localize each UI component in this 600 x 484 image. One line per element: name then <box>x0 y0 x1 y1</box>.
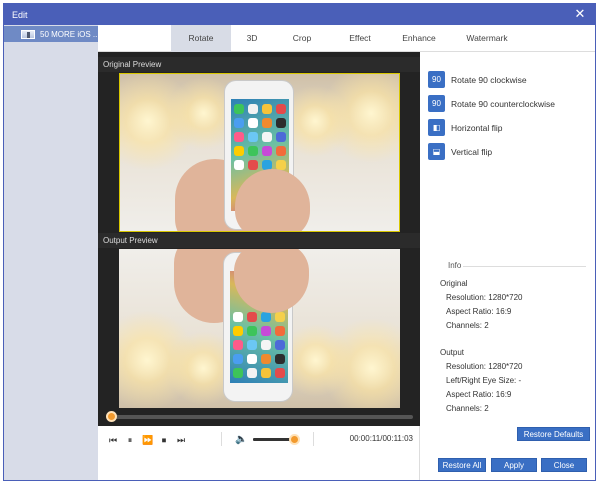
time-display: 00:00:11/00:11:03 <box>349 434 413 443</box>
original-heading: Original <box>440 279 468 288</box>
edit-window: Edit ✕ 50 MORE iOS ... Rotate 3D Crop Ef… <box>3 3 596 481</box>
close-icon[interactable]: ✕ <box>574 7 586 20</box>
title-bar: Edit ✕ <box>4 4 595 25</box>
tab-enhance[interactable]: Enhance <box>392 25 446 52</box>
output-aspect-ratio: Aspect Ratio: 16:9 <box>446 390 512 399</box>
original-aspect-ratio: Aspect Ratio: 16:9 <box>446 307 512 316</box>
skip-forward-icon[interactable]: ⏭ <box>176 435 186 445</box>
vertical-flip-button[interactable]: ⬓ Vertical flip <box>428 143 588 161</box>
restore-defaults-button[interactable]: Restore Defaults <box>517 427 590 441</box>
original-preview-label: Original Preview <box>98 57 420 72</box>
horizontal-flip-button[interactable]: ◧ Horizontal flip <box>428 119 588 137</box>
tab-rotate[interactable]: Rotate <box>171 25 231 52</box>
horizontal-flip-icon: ◧ <box>428 119 445 136</box>
file-name: 50 MORE iOS ... <box>40 30 100 39</box>
apply-button[interactable]: Apply <box>491 458 537 472</box>
restore-all-button[interactable]: Restore All <box>438 458 486 472</box>
volume-icon[interactable]: 🔈 <box>235 434 247 445</box>
file-list: 50 MORE iOS ... <box>4 25 100 480</box>
rotate-counterclockwise-button[interactable]: 90 Rotate 90 counterclockwise <box>428 95 588 113</box>
vertical-flip-label: Vertical flip <box>451 147 493 157</box>
horizontal-flip-label: Horizontal flip <box>451 123 503 133</box>
rotate-panel: 90 Rotate 90 clockwise 90 Rotate 90 coun… <box>420 52 595 480</box>
output-eye-size: Left/Right Eye Size: - <box>446 376 522 385</box>
skip-back-icon[interactable]: ⏮ <box>108 435 118 445</box>
output-preview-label: Output Preview <box>98 233 420 248</box>
output-preview <box>119 249 400 408</box>
playback-controls: ⏮ ⏸ ⏩ ⏹ ⏭ 🔈 00:00:11/00:11:03 <box>98 426 420 480</box>
seek-bar[interactable] <box>106 411 413 422</box>
output-channels: Channels: 2 <box>446 404 489 413</box>
rotate-clockwise-button[interactable]: 90 Rotate 90 clockwise <box>428 71 588 89</box>
stop-icon[interactable]: ⏹ <box>159 435 169 445</box>
tab-watermark[interactable]: Watermark <box>455 25 519 52</box>
tab-crop[interactable]: Crop <box>279 25 325 52</box>
rotate-cw-icon: 90 <box>428 71 445 88</box>
preview-area: Original Preview Output Preview ⏮ ⏸ ⏩ ⏹ … <box>98 52 420 480</box>
original-channels: Channels: 2 <box>446 321 489 330</box>
original-preview <box>119 73 400 232</box>
fast-forward-icon[interactable]: ⏩ <box>142 435 153 445</box>
info-title: Info <box>446 261 464 270</box>
file-list-item[interactable]: 50 MORE iOS ... <box>4 26 100 42</box>
rotate-ccw-icon: 90 <box>428 95 445 112</box>
edit-tabs: Rotate 3D Crop Effect Enhance Watermark <box>98 25 595 52</box>
volume-handle[interactable] <box>288 434 300 445</box>
pause-icon[interactable]: ⏸ <box>125 435 135 445</box>
original-resolution: Resolution: 1280*720 <box>446 293 523 302</box>
output-resolution: Resolution: 1280*720 <box>446 362 523 371</box>
output-heading: Output <box>440 348 465 357</box>
rotate-clockwise-label: Rotate 90 clockwise <box>451 75 527 85</box>
rotate-counterclockwise-label: Rotate 90 counterclockwise <box>451 99 555 109</box>
tab-effect[interactable]: Effect <box>335 25 385 52</box>
info-divider <box>456 266 586 267</box>
volume-slider[interactable] <box>253 434 300 445</box>
video-thumbnail <box>21 30 35 39</box>
close-button[interactable]: Close <box>541 458 587 472</box>
window-title: Edit <box>12 10 28 20</box>
vertical-flip-icon: ⬓ <box>428 143 445 160</box>
tab-3d[interactable]: 3D <box>231 25 273 52</box>
seek-handle[interactable] <box>106 411 117 422</box>
